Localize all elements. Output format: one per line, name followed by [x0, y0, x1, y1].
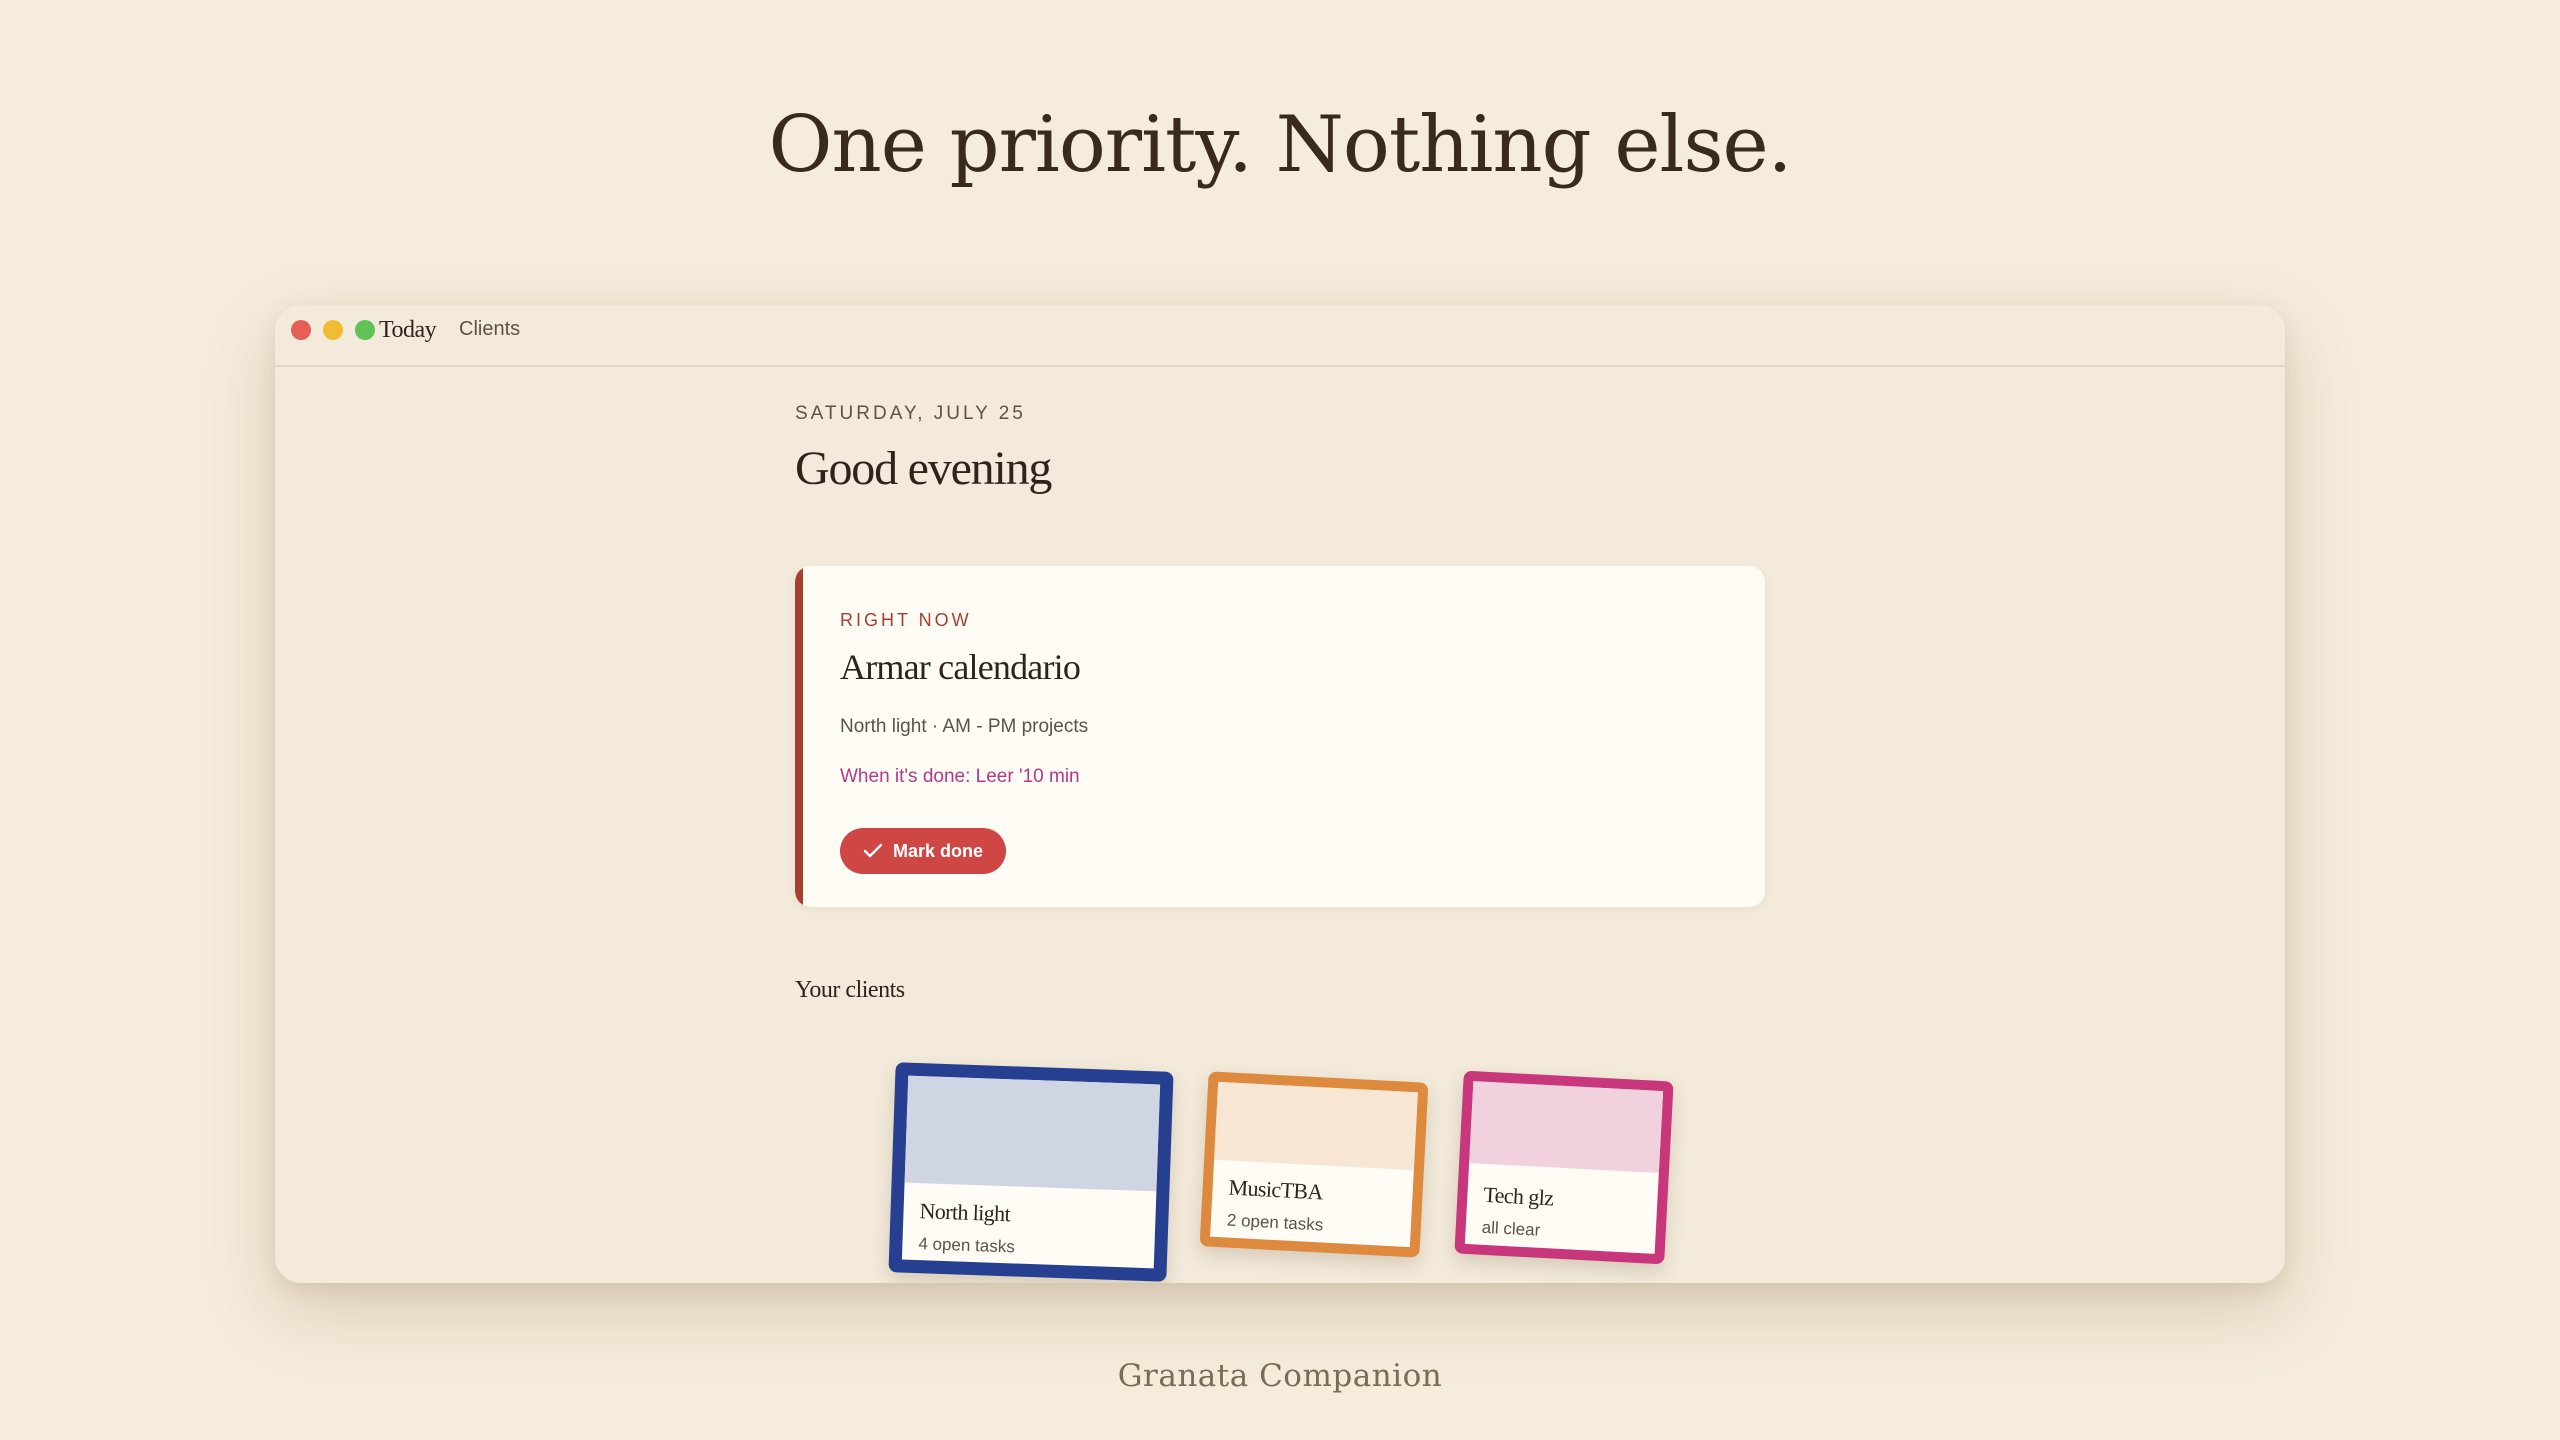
priority-task-title: Armar calendario: [840, 647, 1081, 687]
nav-tab-clients[interactable]: Clients: [459, 318, 520, 341]
client-card-north-light[interactable]: North light 4 open tasks: [888, 1062, 1174, 1282]
priority-task-meta: North light · AM - PM projects: [840, 716, 1089, 737]
client-color-swatch: [1214, 1081, 1418, 1171]
greeting-title: Good evening: [795, 442, 1052, 495]
client-task-count: 2 open tasks: [1226, 1210, 1324, 1235]
client-task-count: 4 open tasks: [918, 1234, 1016, 1257]
client-color-swatch: [1469, 1081, 1664, 1173]
page-headline: One priority. Nothing else.: [768, 100, 1793, 190]
clients-heading: Your clients: [795, 977, 905, 1003]
close-window-button[interactable]: [291, 320, 311, 340]
window-titlebar: Today Clients: [275, 305, 2285, 367]
client-card-musictba[interactable]: MusicTBA 2 open tasks: [1199, 1071, 1429, 1258]
checkmark-icon: [863, 843, 883, 858]
priority-accent-bar: [795, 566, 803, 907]
client-card-tech-glz[interactable]: Tech glz all clear: [1454, 1070, 1674, 1265]
priority-card: RIGHT NOW Armar calendario North light ·…: [795, 566, 1765, 907]
client-name: North light: [919, 1198, 1011, 1227]
nav-tab-today[interactable]: Today: [379, 317, 437, 344]
footer-brand: Granata Companion: [1117, 1358, 1443, 1394]
mark-done-button[interactable]: Mark done: [840, 828, 1006, 874]
client-color-swatch: [904, 1075, 1161, 1192]
priority-label: RIGHT NOW: [840, 610, 972, 630]
priority-next-task[interactable]: When it's done: Leer '10 min: [840, 766, 1080, 788]
mark-done-label: Mark done: [892, 840, 984, 861]
client-task-count: all clear: [1481, 1217, 1541, 1240]
client-name: MusicTBA: [1228, 1174, 1324, 1205]
date-label: SATURDAY, JULY 25: [795, 403, 1026, 424]
zoom-window-button[interactable]: [355, 320, 375, 340]
client-name: Tech glz: [1482, 1181, 1555, 1211]
app-window: Today Clients SATURDAY, JULY 25 Good eve…: [275, 305, 2285, 1283]
minimize-window-button[interactable]: [323, 320, 343, 340]
